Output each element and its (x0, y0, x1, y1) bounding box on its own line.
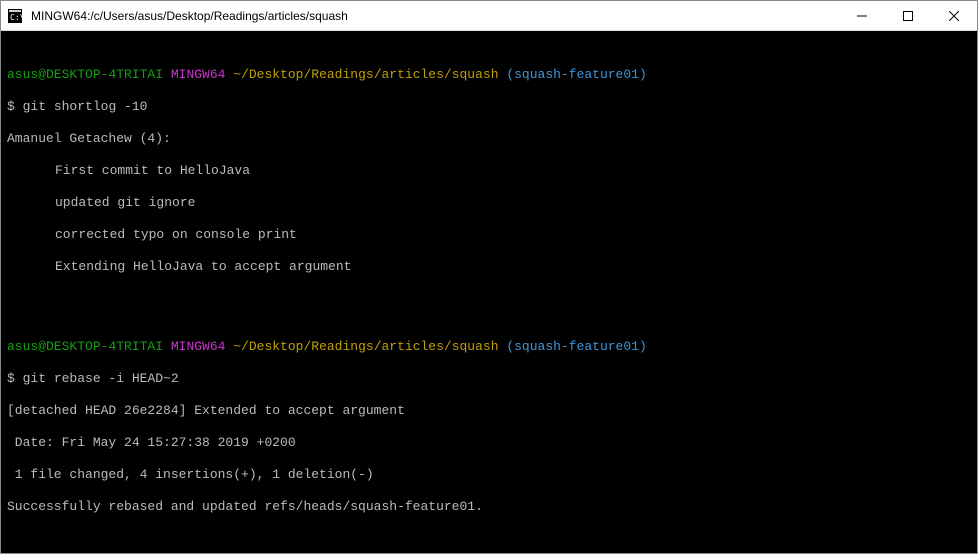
commit-line: updated git ignore (7, 195, 971, 211)
path-label: ~/Desktop/Readings/articles/squash (233, 67, 498, 82)
command-text: git shortlog -10 (23, 99, 148, 114)
commit-line: corrected typo on console print (7, 227, 971, 243)
prompt-line: asus@DESKTOP-4TRITAI MINGW64 ~/Desktop/R… (7, 67, 971, 83)
close-button[interactable] (931, 1, 977, 30)
maximize-button[interactable] (885, 1, 931, 30)
user-host: asus@DESKTOP-4TRITAI (7, 67, 163, 82)
output-line: [detached HEAD 26e2284] Extended to acce… (7, 403, 971, 419)
prompt-symbol: $ (7, 99, 15, 114)
terminal-content[interactable]: asus@DESKTOP-4TRITAI MINGW64 ~/Desktop/R… (1, 31, 977, 553)
command-block-1: asus@DESKTOP-4TRITAI MINGW64 ~/Desktop/R… (7, 51, 971, 291)
window-controls (839, 1, 977, 30)
minimize-button[interactable] (839, 1, 885, 30)
branch-label: (squash-feature01) (506, 339, 646, 354)
author-line: Amanuel Getachew (4): (7, 131, 971, 147)
app-icon: C:\ (7, 8, 23, 24)
window-title: MINGW64:/c/Users/asus/Desktop/Readings/a… (29, 9, 839, 23)
command-block-2: asus@DESKTOP-4TRITAI MINGW64 ~/Desktop/R… (7, 323, 971, 531)
user-host: asus@DESKTOP-4TRITAI (7, 339, 163, 354)
commit-line: First commit to HelloJava (7, 163, 971, 179)
output-line: Date: Fri May 24 15:27:38 2019 +0200 (7, 435, 971, 451)
path-label: ~/Desktop/Readings/articles/squash (233, 339, 498, 354)
prompt-symbol: $ (7, 371, 15, 386)
svg-text:C:\: C:\ (10, 13, 22, 22)
output-line: Successfully rebased and updated refs/he… (7, 499, 971, 515)
command-line: $ git rebase -i HEAD~2 (7, 371, 971, 387)
branch-label: (squash-feature01) (506, 67, 646, 82)
command-text: git rebase -i HEAD~2 (23, 371, 179, 386)
command-line: $ git shortlog -10 (7, 99, 971, 115)
env-label: MINGW64 (171, 339, 226, 354)
commit-line: Extending HelloJava to accept argument (7, 259, 971, 275)
terminal-window: C:\ MINGW64:/c/Users/asus/Desktop/Readin… (0, 0, 978, 554)
prompt-line: asus@DESKTOP-4TRITAI MINGW64 ~/Desktop/R… (7, 339, 971, 355)
output-line: 1 file changed, 4 insertions(+), 1 delet… (7, 467, 971, 483)
env-label: MINGW64 (171, 67, 226, 82)
titlebar[interactable]: C:\ MINGW64:/c/Users/asus/Desktop/Readin… (1, 1, 977, 31)
